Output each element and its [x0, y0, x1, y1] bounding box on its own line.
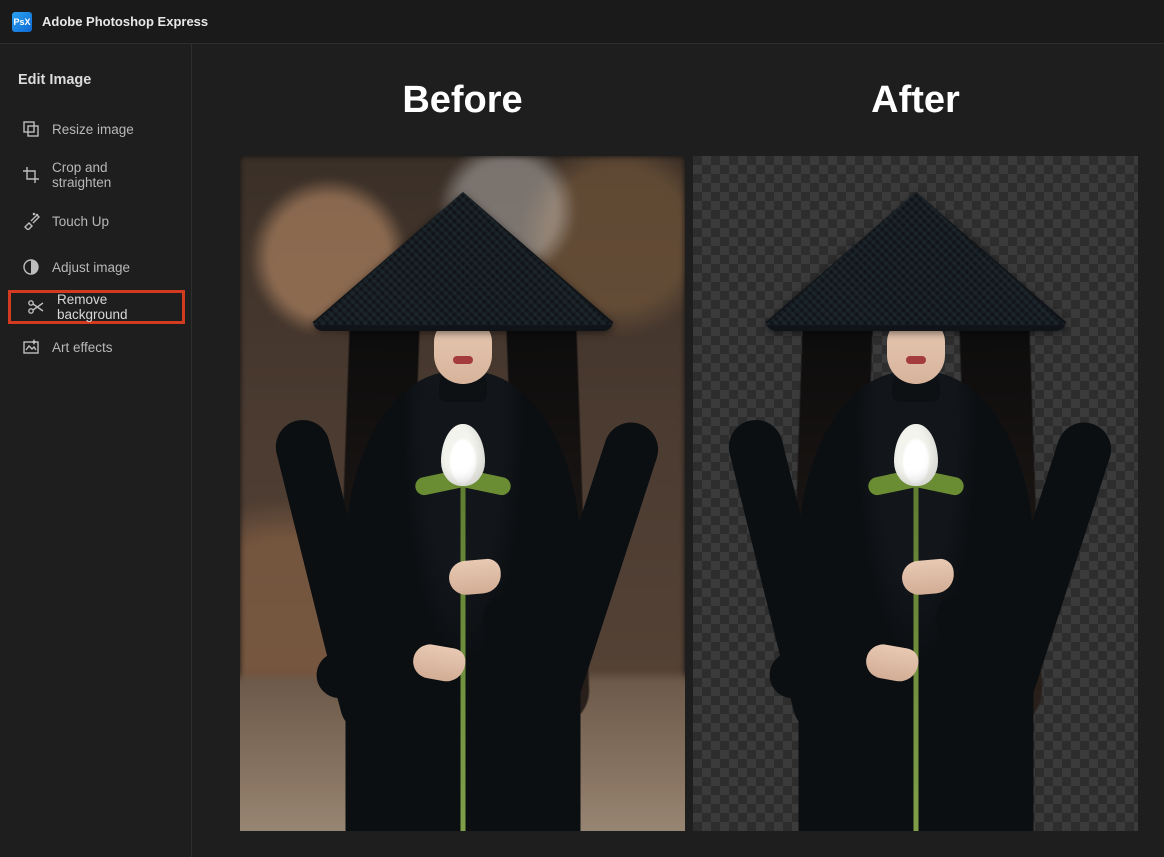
before-label: Before — [240, 79, 685, 122]
after-image — [693, 156, 1138, 831]
sidebar-item-crop[interactable]: Crop and straighten — [2, 152, 189, 198]
before-image — [240, 156, 685, 831]
sidebar-item-label: Art effects — [52, 340, 113, 355]
sidebar-item-remove-background[interactable]: Remove background — [8, 290, 185, 324]
brush-icon — [22, 212, 40, 230]
crop-icon — [22, 166, 40, 184]
sidebar-item-label: Crop and straighten — [52, 160, 169, 190]
sidebar-item-resize[interactable]: Resize image — [2, 106, 189, 152]
sidebar-item-label: Remove background — [57, 292, 164, 322]
sidebar-item-adjust[interactable]: Adjust image — [2, 244, 189, 290]
sidebar-item-label: Resize image — [52, 122, 134, 137]
scissors-icon — [27, 298, 45, 316]
sidebar-heading: Edit Image — [0, 68, 191, 106]
resize-icon — [22, 120, 40, 138]
sidebar-item-label: Adjust image — [52, 260, 130, 275]
sidebar-item-touchup[interactable]: Touch Up — [2, 198, 189, 244]
after-label: After — [693, 79, 1138, 122]
sidebar: Edit Image Resize image Crop and straigh… — [0, 44, 192, 857]
adjust-icon — [22, 258, 40, 276]
title-bar: PsX Adobe Photoshop Express — [0, 0, 1164, 44]
content-area: Before After — [192, 44, 1164, 857]
sidebar-item-label: Touch Up — [52, 214, 109, 229]
app-title: Adobe Photoshop Express — [42, 14, 208, 29]
fx-icon — [22, 338, 40, 356]
sidebar-item-art-effects[interactable]: Art effects — [2, 324, 189, 370]
app-icon: PsX — [12, 12, 32, 32]
